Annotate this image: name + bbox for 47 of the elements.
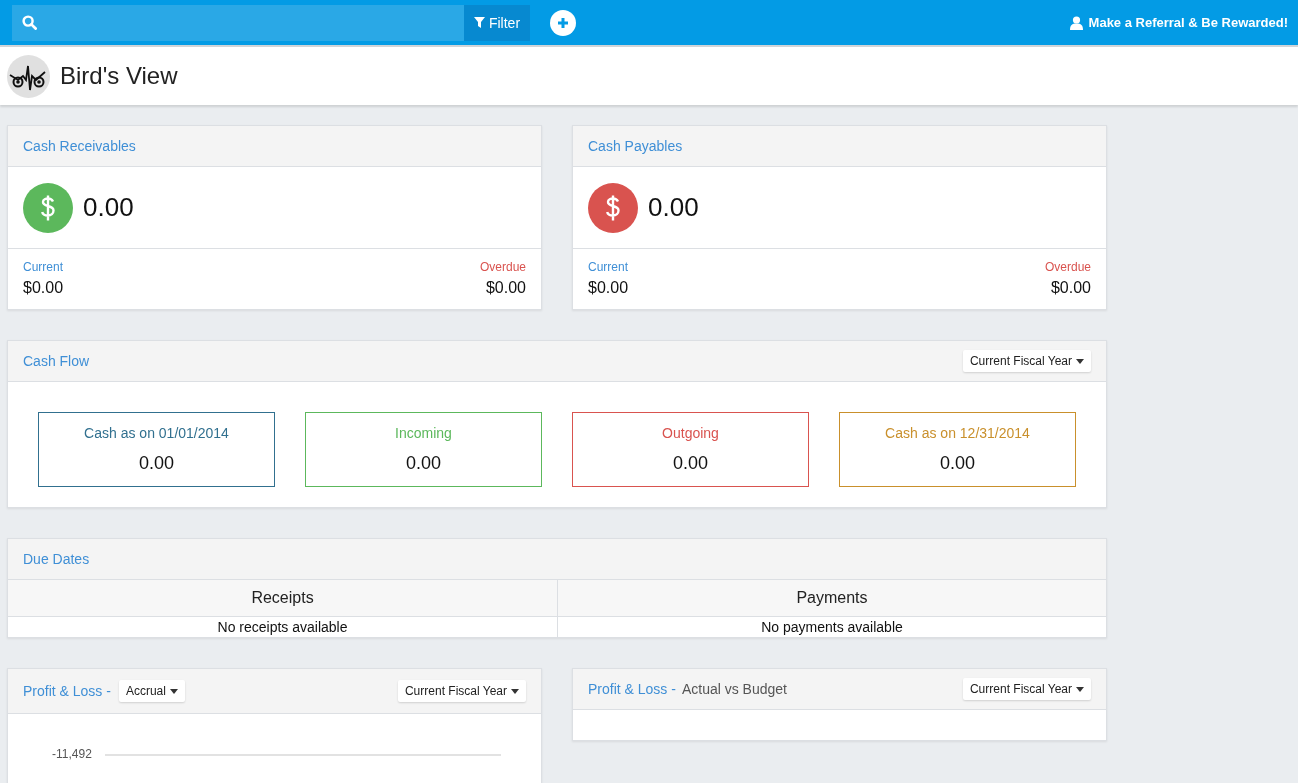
caret-icon xyxy=(1076,686,1084,692)
period-dropdown[interactable]: Current Fiscal Year xyxy=(962,350,1091,372)
search-field[interactable] xyxy=(12,4,464,41)
current-label: Current xyxy=(23,260,64,274)
card-title: Cash Receivables xyxy=(23,138,136,154)
panel-title: Profit & Loss - xyxy=(23,683,111,699)
panel-subtitle: Actual vs Budget xyxy=(681,681,787,697)
search-icon xyxy=(22,15,37,30)
period-dropdown[interactable]: Current Fiscal Year xyxy=(397,680,526,702)
empty-message: No payments available xyxy=(760,618,904,637)
overdue-value: $0.00 xyxy=(485,279,526,297)
overdue-label: Overdue xyxy=(479,260,526,274)
caret-icon xyxy=(1076,358,1084,364)
current-value: $0.00 xyxy=(588,279,629,297)
filter-button[interactable]: Filter xyxy=(464,4,530,41)
box-label: Incoming xyxy=(395,425,452,441)
funnel-icon xyxy=(473,17,485,28)
axis-label: -11,492 xyxy=(52,747,92,761)
current-label: Current xyxy=(588,260,629,274)
box-value: 0.00 xyxy=(405,453,441,474)
box-label: Cash as on 01/01/2014 xyxy=(84,425,229,441)
plus-icon xyxy=(557,16,569,29)
overdue-value: $0.00 xyxy=(1050,279,1091,297)
owl-logo-icon xyxy=(7,54,50,98)
box-value: 0.00 xyxy=(939,453,975,474)
page-title: Bird's View xyxy=(60,62,178,90)
card-title: Cash Payables xyxy=(588,138,683,154)
box-label: Cash as on 12/31/2014 xyxy=(885,425,1030,441)
caret-icon xyxy=(511,688,519,694)
caret-icon xyxy=(169,688,178,694)
user-icon xyxy=(1069,15,1083,30)
column-header: Payments xyxy=(558,580,1106,617)
box-label: Outgoing xyxy=(662,425,719,441)
current-value: $0.00 xyxy=(23,279,64,297)
box-value: 0.00 xyxy=(672,453,708,474)
box-value: 0.00 xyxy=(138,453,174,474)
amount: 0.00 xyxy=(648,192,699,223)
empty-message: No receipts available xyxy=(216,618,349,637)
overdue-label: Overdue xyxy=(1044,260,1091,274)
add-button[interactable] xyxy=(550,9,576,36)
panel-title: Due Dates xyxy=(23,551,90,567)
panel-title: Cash Flow xyxy=(23,353,90,369)
panel-title: Profit & Loss - xyxy=(588,681,676,697)
amount: 0.00 xyxy=(83,192,134,223)
column-header: Receipts xyxy=(8,580,557,617)
basis-dropdown[interactable]: Accrual xyxy=(118,680,185,702)
period-dropdown[interactable]: Current Fiscal Year xyxy=(962,678,1091,700)
